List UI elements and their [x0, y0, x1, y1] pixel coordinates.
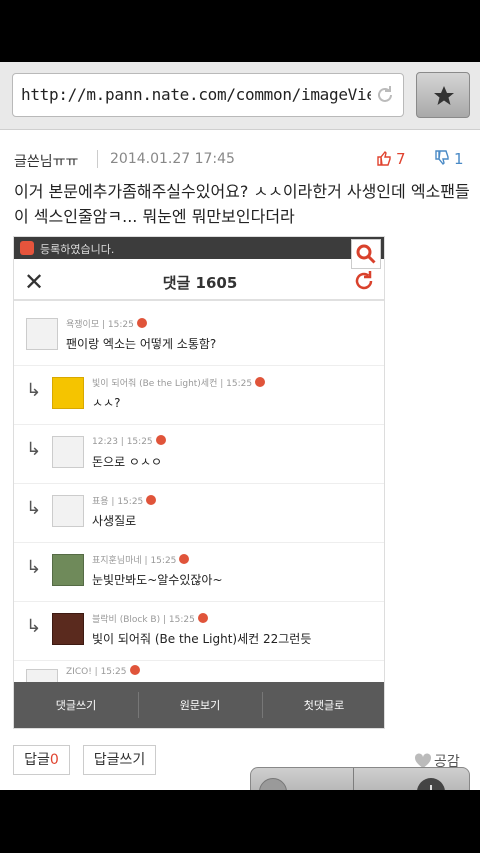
divider: [353, 768, 354, 790]
list-item: ↳ 표지훈님마네 | 15:25 눈빛만봐도~알수있잖아~: [14, 543, 384, 602]
screenshot-comment-list: 욕쟁이모 | 15:25 팬이랑 엑소는 어떻게 소통함? ↳ 빛이 되어줘 (…: [14, 307, 384, 720]
comment-body: 이거 본문에추가좀해주실수있어요? ㅅㅅ이라한거 사생인데 엑소팬들이 섹스인줄…: [14, 182, 470, 226]
screenshot-notification-bar: 등록하였습니다.: [14, 237, 384, 259]
reply-arrow-icon: ↳: [26, 498, 42, 519]
avatar: [26, 318, 58, 350]
delete-icon: [155, 435, 166, 445]
reply-count: 0: [49, 752, 59, 768]
url-input[interactable]: http://m.pann.nate.com/common/imageView: [12, 73, 404, 117]
delete-icon: [136, 318, 147, 328]
first-comment-button: 첫댓글로: [303, 699, 345, 712]
avatar: [52, 613, 84, 645]
delete-icon: [197, 613, 208, 623]
list-item: 욕쟁이모 | 15:25 팬이랑 엑소는 어떻게 소통함?: [14, 307, 384, 366]
comment-text: 팬이랑 엑소는 어떻게 소통함?: [66, 337, 217, 351]
reply-arrow-icon: ↳: [26, 557, 42, 578]
divider: [97, 150, 98, 168]
thumbs-up-icon: [377, 150, 391, 166]
reload-icon[interactable]: [373, 83, 397, 107]
address-bar: http://m.pann.nate.com/common/imageView: [0, 62, 480, 130]
attached-screenshot[interactable]: 등록하였습니다. ✕ 댓글 1605 욕쟁이모 | 15:25 팬이랑 엑소는 …: [13, 236, 385, 729]
avatar: [52, 495, 84, 527]
refresh-icon: [355, 271, 373, 290]
comment-meta: 빛이 되어줘 (Be the Light)세컨 | 15:25: [92, 376, 266, 389]
message-icon: [20, 241, 34, 255]
screenshot-bottom-bar: 댓글쓰기 원문보기 첫댓글로: [14, 682, 384, 728]
delete-icon: [255, 377, 266, 387]
url-text[interactable]: http://m.pann.nate.com/common/imageView: [21, 85, 371, 104]
downvote-button[interactable]: 1: [434, 150, 464, 168]
comment-text: 눈빛만봐도~알수있잖아~: [92, 573, 223, 587]
list-item: ↳ 표용 | 15:25 사생질로: [14, 484, 384, 543]
upvote-button[interactable]: 7: [376, 150, 406, 168]
comment-meta: 12:23 | 15:25: [92, 435, 166, 447]
avatar: [52, 436, 84, 468]
reply-arrow-icon: ↳: [26, 616, 42, 637]
list-item: ↳ 12:23 | 15:25 돈으로 ㅇㅅㅇ: [14, 425, 384, 484]
comment-author: 글쓴님ㅠㅠ: [14, 154, 79, 170]
thumbs-down-icon: [435, 150, 449, 166]
screenshot-title: 댓글 1605: [162, 274, 238, 292]
downvote-count: 1: [454, 150, 464, 168]
bookmark-button[interactable]: [416, 72, 470, 118]
avatar: [52, 377, 84, 409]
delete-icon: [129, 665, 140, 675]
list-item: ↳ 빛이 되어줘 (Be the Light)세컨 | 15:25 ㅅㅅ?: [14, 366, 384, 425]
comment-text: 돈으로 ㅇㅅㅇ: [92, 455, 163, 469]
comment-meta: 블락비 (Block B) | 15:25: [92, 612, 208, 625]
zoom-in-button[interactable]: [417, 778, 445, 790]
write-reply-button[interactable]: 답글쓰기: [83, 745, 156, 775]
avatar: [52, 554, 84, 586]
comment-date: 2014.01.27 17:45: [110, 151, 235, 167]
comment-meta: 욕쟁이모 | 15:25: [66, 317, 147, 330]
browser-window: http://m.pann.nate.com/common/imageView …: [0, 62, 480, 790]
upvote-count: 7: [396, 150, 406, 168]
delete-icon: [146, 495, 157, 505]
reply-arrow-icon: ↳: [26, 380, 42, 401]
reply-button[interactable]: 답글0: [13, 745, 70, 775]
comment-meta: ZICO! | 15:25: [66, 665, 140, 677]
reply-label: 답글: [24, 752, 50, 768]
write-comment-button: 댓글쓰기: [55, 699, 97, 712]
comment-text: 사생질로: [92, 514, 137, 528]
comment-text: 빛이 되어줘 (Be the Light)세컨 22그런듯: [92, 632, 312, 646]
screenshot-notification-text: 등록하였습니다.: [40, 243, 115, 256]
zoom-control: [250, 767, 470, 790]
comment-meta: 표지훈님마네 | 15:25: [92, 553, 190, 566]
phone-screen: http://m.pann.nate.com/common/imageView …: [0, 0, 480, 853]
reply-arrow-icon: ↳: [26, 439, 42, 460]
zoom-out-button[interactable]: [259, 778, 287, 790]
view-original-button: 원문보기: [179, 699, 221, 712]
delete-icon: [179, 554, 190, 564]
comment-meta: 표용 | 15:25: [92, 494, 157, 507]
star-icon: [434, 86, 454, 105]
comment-header: 글쓴님ㅠㅠ 2014.01.27 17:45 7 1: [14, 150, 466, 172]
screenshot-header: ✕ 댓글 1605: [14, 263, 384, 301]
comment-text: ㅅㅅ?: [92, 396, 121, 410]
list-item: ↳ 블락비 (Block B) | 15:25 빛이 되어줘 (Be the L…: [14, 602, 384, 661]
